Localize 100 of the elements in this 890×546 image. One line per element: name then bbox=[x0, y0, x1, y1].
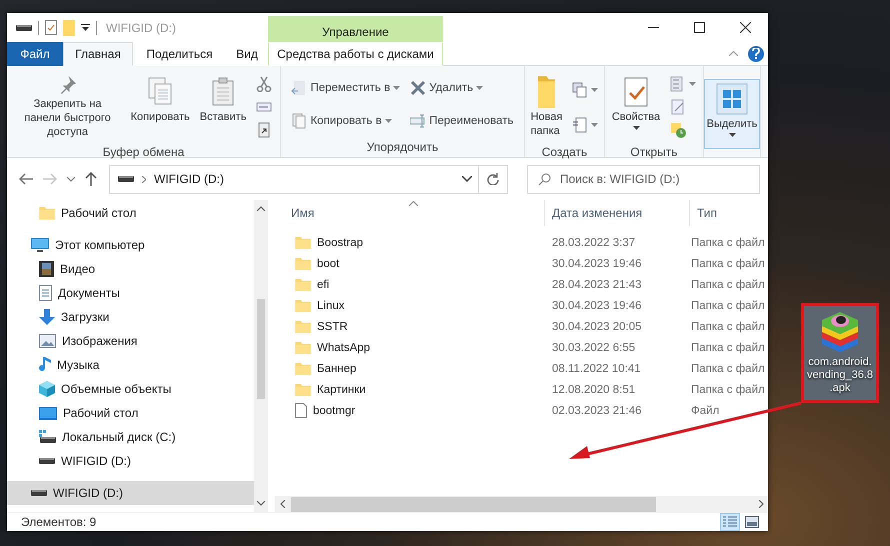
back-button[interactable] bbox=[17, 171, 35, 187]
file-name[interactable]: Boostrap bbox=[275, 236, 545, 250]
window-title: WIFIGID (D:) bbox=[106, 20, 176, 34]
search-field[interactable]: Поиск в: WIFIGID (D:) bbox=[527, 164, 760, 194]
folder-icon bbox=[295, 236, 311, 250]
help-button[interactable] bbox=[748, 46, 764, 62]
item-count: Элементов: 9 bbox=[21, 515, 96, 529]
column-header[interactable]: Дата изменения bbox=[545, 200, 690, 226]
address-bar[interactable]: WIFIGID (D:) bbox=[109, 164, 508, 194]
column-header[interactable]: Тип bbox=[690, 200, 768, 226]
move-to-button[interactable]: Переместить в bbox=[288, 78, 404, 98]
tree-item[interactable]: Видео bbox=[7, 257, 254, 281]
folder-icon bbox=[39, 206, 55, 220]
type-cell-text: Папка с файл bbox=[690, 320, 765, 332]
tree-item[interactable]: WIFIGID (D:) bbox=[7, 449, 254, 473]
up-button[interactable] bbox=[83, 170, 99, 188]
date-cell-text: 08.11.2022 10:41 bbox=[551, 362, 642, 374]
scissors-icon bbox=[256, 76, 272, 92]
column-header[interactable]: Имя bbox=[275, 200, 545, 226]
drive-icon bbox=[39, 457, 55, 465]
large-icons-view-icon bbox=[745, 516, 759, 528]
vertical-scrollbar[interactable] bbox=[254, 200, 268, 512]
tree-item[interactable]: Изображения bbox=[7, 329, 254, 353]
chevron-up-icon bbox=[257, 206, 265, 211]
chevron-down-icon bbox=[462, 176, 472, 182]
caret-icon bbox=[476, 86, 484, 90]
rename-button[interactable]: Переименовать bbox=[407, 110, 517, 131]
document-icon bbox=[39, 285, 52, 301]
file-name[interactable]: WhatsApp bbox=[275, 340, 545, 354]
file-name[interactable]: boot bbox=[275, 256, 545, 270]
type-cell-text: Папка с файл bbox=[690, 300, 765, 312]
date-cell-text: 28.04.2023 21:43 bbox=[551, 278, 643, 290]
type-cell-text: Папка с файл bbox=[690, 362, 765, 374]
file-name[interactable]: efi bbox=[275, 278, 545, 292]
tree-item[interactable]: WIFIGID (D:) bbox=[7, 481, 254, 505]
copy-button[interactable]: Копировать bbox=[128, 72, 193, 142]
tree-item[interactable]: Музыка bbox=[7, 353, 254, 377]
ribbon-tab[interactable]: Файл bbox=[7, 42, 63, 66]
ribbon-tab[interactable]: Средства работы с дисками bbox=[268, 42, 443, 66]
tree-item[interactable]: Рабочий стол bbox=[7, 401, 254, 425]
right-arrow-icon bbox=[43, 173, 57, 185]
new-folder-button[interactable]: Новая папка bbox=[528, 72, 566, 142]
caret-icon bbox=[591, 88, 598, 92]
chevron-left-icon bbox=[280, 500, 285, 508]
file-name[interactable]: Linux bbox=[275, 298, 545, 312]
picture-icon bbox=[39, 334, 56, 348]
collapse-ribbon-icon[interactable] bbox=[729, 51, 738, 56]
history-icon bbox=[670, 122, 686, 138]
tree-item[interactable]: Загрузки bbox=[7, 305, 254, 329]
ribbon-tab[interactable]: Главная bbox=[63, 42, 133, 66]
context-header: Управление bbox=[268, 16, 443, 42]
shortcut-label: com.android.vending_36.8.apk bbox=[806, 356, 874, 395]
select-button[interactable]: Выделить bbox=[704, 78, 760, 148]
caret-icon bbox=[591, 122, 598, 126]
move-icon bbox=[291, 80, 308, 96]
scrollbar-thumb[interactable] bbox=[257, 299, 265, 399]
dropdown-icon[interactable] bbox=[81, 24, 90, 32]
tree-item[interactable]: Локальный диск (C:) bbox=[7, 425, 254, 449]
horizontal-scrollbar[interactable] bbox=[275, 496, 768, 512]
down-arrow-icon bbox=[39, 309, 55, 325]
file-name[interactable]: Картинки bbox=[275, 382, 545, 396]
large-icons-view-button[interactable] bbox=[742, 513, 762, 531]
tree-item[interactable]: Объемные объекты bbox=[7, 377, 254, 401]
group-label: Упорядочить bbox=[366, 139, 438, 156]
folder-icon bbox=[295, 340, 311, 354]
details-view-button[interactable] bbox=[720, 513, 740, 531]
recent-button[interactable] bbox=[65, 174, 77, 184]
copy-to-button[interactable]: Копировать в bbox=[288, 110, 395, 131]
scrollbar-thumb[interactable] bbox=[291, 496, 656, 512]
date-cell-text: 12.08.2020 8:51 bbox=[551, 384, 636, 396]
file-icon bbox=[295, 403, 307, 418]
file-name[interactable]: Баннер bbox=[275, 362, 545, 376]
file-name[interactable]: SSTR bbox=[275, 320, 545, 334]
type-cell-text: Папка с файл bbox=[690, 258, 765, 270]
system-drive-icon bbox=[39, 430, 56, 444]
pin-button[interactable]: Закрепить на панели быстрого доступа bbox=[12, 72, 124, 142]
tree-item[interactable]: Документы bbox=[7, 281, 254, 305]
drive-icon bbox=[118, 175, 134, 183]
copy-to-icon bbox=[291, 112, 308, 129]
chevron-right-icon bbox=[142, 176, 146, 182]
search-icon bbox=[538, 172, 551, 186]
date-cell-text: 30.04.2023 19:46 bbox=[551, 258, 643, 270]
question-mark-icon bbox=[752, 48, 760, 59]
music-note-icon bbox=[39, 357, 51, 373]
drive-icon bbox=[16, 24, 32, 32]
minimize-icon bbox=[648, 27, 658, 28]
monitor-icon bbox=[31, 238, 49, 252]
desktop-shortcut[interactable]: com.android.vending_36.8.apk bbox=[804, 306, 876, 400]
delete-button[interactable]: Удалить bbox=[407, 78, 486, 98]
file-name[interactable]: bootmgr bbox=[275, 403, 545, 418]
tree-item[interactable]: Этот компьютер bbox=[7, 233, 254, 257]
check-document-icon[interactable] bbox=[45, 20, 57, 35]
tree-item[interactable]: Рабочий стол bbox=[7, 201, 254, 225]
refresh-icon bbox=[487, 173, 499, 185]
properties-button[interactable]: Свойства bbox=[608, 72, 664, 142]
new-item-icon bbox=[572, 82, 588, 98]
type-cell-text: Папка с файл bbox=[690, 278, 765, 290]
paste-button[interactable]: Вставить bbox=[196, 72, 250, 142]
drive-icon bbox=[31, 489, 47, 497]
left-arrow-icon bbox=[19, 173, 33, 185]
